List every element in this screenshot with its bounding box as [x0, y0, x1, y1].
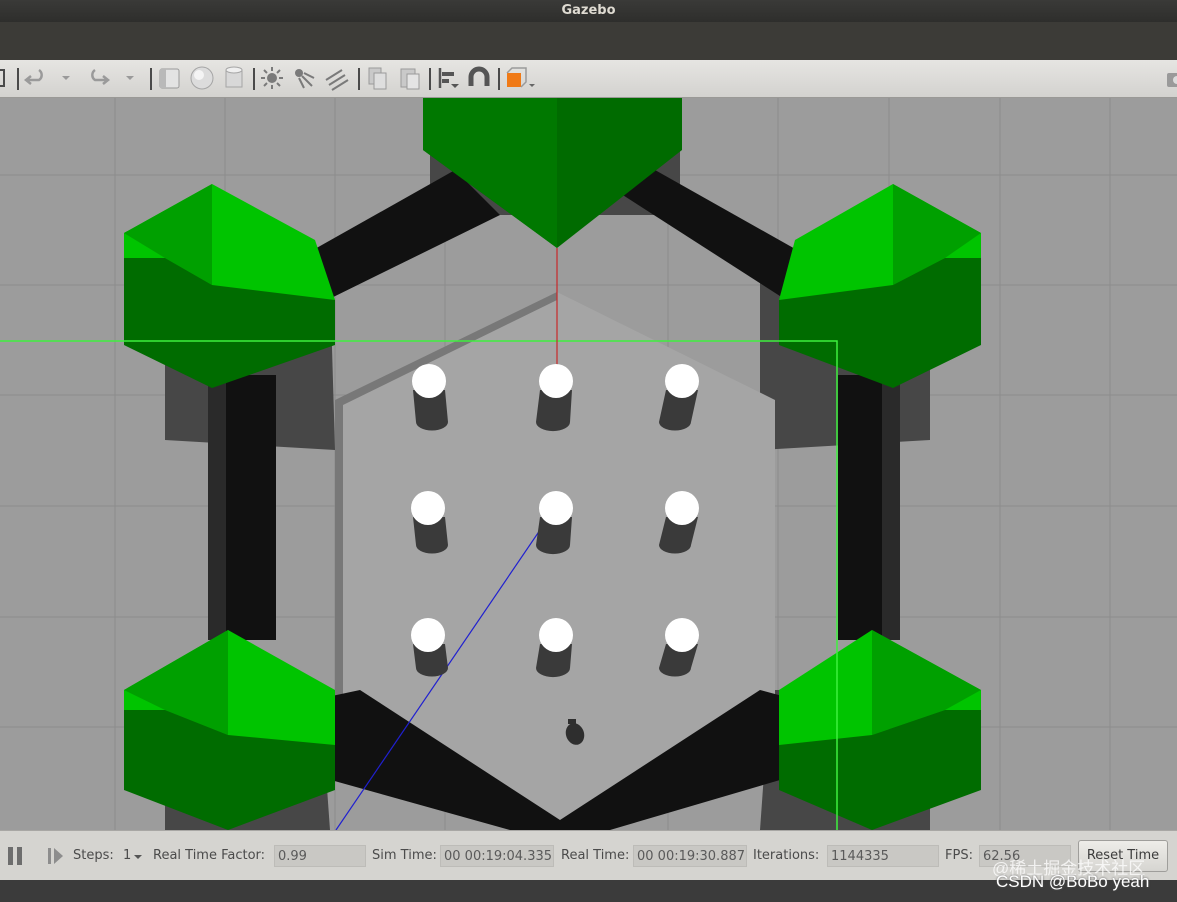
directional-light-icon: [325, 69, 349, 91]
paste-icon: [400, 68, 420, 90]
undo-button[interactable]: [22, 64, 50, 92]
real-time-label: Real Time:: [561, 848, 630, 863]
spot-light-button[interactable]: [290, 64, 318, 92]
sphere-shape-button[interactable]: [188, 64, 216, 92]
fps-label: FPS:: [945, 848, 973, 863]
magnet-icon: [468, 66, 490, 86]
box-icon: [159, 68, 180, 89]
toolbar-separator: [429, 68, 431, 90]
menu-bar: [0, 22, 1177, 60]
step-button[interactable]: [46, 847, 66, 865]
toolbar-separator: [253, 68, 255, 90]
undo-dropdown-button[interactable]: [52, 64, 80, 92]
window-titlebar: Gazebo: [0, 0, 1177, 22]
toolbar-separator: [17, 68, 19, 90]
sphere-icon: [190, 66, 214, 90]
toolbar-separator: [498, 68, 500, 90]
copy-button[interactable]: [364, 64, 392, 92]
redo-dropdown-button[interactable]: [116, 64, 144, 92]
3d-viewport[interactable]: [0, 98, 1177, 830]
align-button[interactable]: [434, 64, 462, 92]
cylinder-5: [536, 491, 573, 555]
translate-icon: [0, 69, 5, 87]
sim-time-value: 00 00:19:04.335: [440, 845, 554, 867]
pillar-bottom-right: [779, 630, 981, 830]
pause-icon: [8, 847, 13, 865]
pause-button[interactable]: [8, 847, 24, 865]
step-forward-icon: [48, 848, 63, 864]
redo-button[interactable]: [84, 64, 112, 92]
watermark-csdn: CSDN @BoBo yeah: [996, 872, 1150, 891]
steps-dropdown-icon[interactable]: [133, 853, 143, 861]
redo-icon: [91, 68, 111, 85]
box-shape-button[interactable]: [156, 64, 184, 92]
cylinder-icon: [225, 66, 243, 88]
toolbar-separator: [150, 68, 152, 90]
spot-light-icon: [295, 69, 315, 89]
pause-icon-bar: [17, 847, 22, 865]
paste-button[interactable]: [396, 64, 424, 92]
camera-icon: [1167, 73, 1177, 87]
cylinder-8: [536, 618, 573, 678]
world-scene: [0, 98, 1177, 830]
point-light-icon: [261, 67, 283, 89]
snap-button[interactable]: [465, 64, 493, 92]
undo-icon: [23, 68, 43, 85]
view-angle-icon: [506, 67, 535, 88]
real-time-value: 00 00:19:30.887: [633, 845, 747, 867]
cylinder-shape-button[interactable]: [220, 64, 248, 92]
toolbar-separator: [358, 68, 360, 90]
cylinder-1: [412, 364, 448, 431]
sim-time-label: Sim Time:: [372, 848, 437, 863]
window-title: Gazebo: [561, 3, 616, 18]
cylinder-2: [536, 364, 573, 432]
cylinder-4: [411, 491, 448, 554]
rtf-value: 0.99: [274, 845, 366, 867]
align-icon: [438, 68, 459, 88]
directional-light-button[interactable]: [322, 64, 350, 92]
chevron-down-icon: [126, 76, 134, 80]
steps-value[interactable]: 1: [123, 848, 131, 863]
main-toolbar: [0, 60, 1177, 98]
translate-tool-button[interactable]: [0, 64, 10, 92]
copy-icon: [368, 67, 387, 90]
view-angle-button[interactable]: [504, 64, 538, 92]
iterations-value: 1144335: [827, 845, 939, 867]
point-light-button[interactable]: [258, 64, 286, 92]
rtf-label: Real Time Factor:: [153, 848, 266, 863]
iterations-label: Iterations:: [753, 848, 820, 863]
screenshot-button[interactable]: [1164, 64, 1177, 92]
cylinder-7: [411, 618, 448, 677]
chevron-down-icon: [62, 76, 70, 80]
steps-label: Steps:: [73, 848, 114, 863]
pillar-bottom-left: [124, 630, 335, 830]
